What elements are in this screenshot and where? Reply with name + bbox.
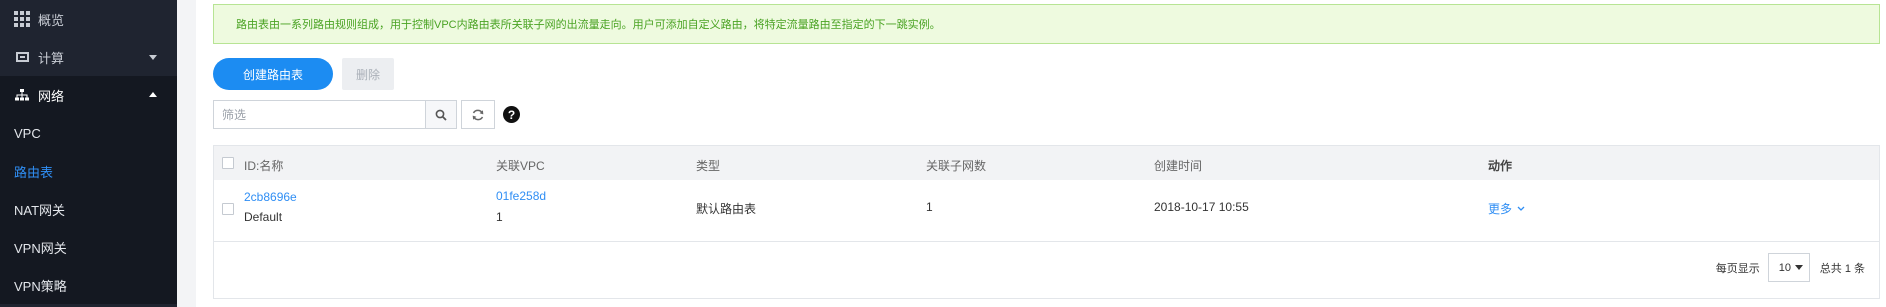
- per-page-label: 每页显示: [1715, 262, 1760, 275]
- network-icon: [14, 87, 30, 103]
- sidebar-item-label: VPN策略: [14, 278, 67, 294]
- sidebar-gutter: [177, 0, 196, 307]
- per-page-value: 10: [1778, 261, 1792, 274]
- sidebar-item-vpn-policy[interactable]: VPN策略: [0, 266, 177, 304]
- select-all-checkbox[interactable]: [222, 157, 234, 169]
- search-icon: [435, 109, 447, 121]
- row-checkbox[interactable]: [222, 203, 234, 215]
- sidebar-item-route-table[interactable]: 路由表: [0, 152, 177, 190]
- table-row: 2cb8696e Default 01fe258d 1 默认路由表 1 2018…: [214, 180, 1879, 242]
- vpc-count: 1: [496, 210, 503, 224]
- total-count: 总共 1 条: [1819, 262, 1865, 275]
- delete-button[interactable]: 删除: [342, 58, 394, 90]
- sidebar-item-label: NAT网关: [14, 202, 66, 218]
- chevron-down-icon: [149, 55, 157, 60]
- header-id-name: ID:名称: [244, 159, 284, 173]
- subnet-count: 1: [926, 200, 933, 214]
- create-route-table-button[interactable]: 创建路由表: [213, 58, 333, 90]
- header-subnets: 关联子网数: [926, 159, 987, 173]
- sidebar-item-label: VPN网关: [14, 240, 67, 256]
- more-actions-dropdown[interactable]: 更多: [1488, 200, 1526, 217]
- sidebar-item-label: VPC: [14, 125, 41, 141]
- nav-network[interactable]: 网络: [0, 76, 177, 114]
- sidebar-item-vpn-gateway[interactable]: VPN网关: [0, 228, 177, 266]
- sidebar-item-label: 路由表: [14, 164, 54, 180]
- refresh-button[interactable]: [461, 100, 495, 129]
- table-header: ID:名称 关联VPC 类型 关联子网数 创建时间 动作: [214, 146, 1879, 180]
- filter-input[interactable]: [213, 100, 425, 129]
- route-table: ID:名称 关联VPC 类型 关联子网数 创建时间 动作 2cb8696e De…: [213, 145, 1880, 299]
- more-actions-label: 更多: [1488, 202, 1513, 216]
- header-type: 类型: [696, 159, 721, 173]
- chevron-up-icon: [149, 92, 157, 97]
- route-table-name: Default: [244, 210, 283, 224]
- route-table-type: 默认路由表: [696, 202, 757, 216]
- monitor-icon: [14, 49, 30, 65]
- notice-text: 路由表由一系列路由规则组成，用于控制VPC内路由表所关联子网的出流量走向。用户可…: [236, 19, 941, 31]
- per-page-select[interactable]: 10: [1767, 253, 1810, 282]
- sidebar-item-nat-gateway[interactable]: NAT网关: [0, 190, 177, 228]
- header-actions: 动作: [1488, 159, 1513, 173]
- help-icon[interactable]: ?: [503, 106, 520, 123]
- info-notice: 路由表由一系列路由规则组成，用于控制VPC内路由表所关联子网的出流量走向。用户可…: [213, 4, 1880, 44]
- nav-network-label: 网络: [38, 88, 65, 104]
- grid-icon: [14, 11, 30, 27]
- search-button[interactable]: [425, 100, 457, 129]
- chevron-down-icon: [1517, 206, 1525, 211]
- nav-compute[interactable]: 计算: [0, 38, 177, 76]
- main-content: 路由表由一系列路由规则组成，用于控制VPC内路由表所关联子网的出流量走向。用户可…: [196, 0, 1886, 307]
- sidebar: 概览 计算 网络 VPC 路由表 NAT网关 VPN网关 VPN策略: [0, 0, 177, 307]
- nav-overview-label: 概览: [38, 12, 65, 28]
- pagination: 每页显示 10 总共 1 条: [1716, 253, 1865, 282]
- caret-down-icon: [1794, 265, 1803, 270]
- nav-overview[interactable]: 概览: [0, 0, 177, 38]
- vpc-id-link[interactable]: 01fe258d: [496, 189, 546, 203]
- created-time: 2018-10-17 10:55: [1154, 200, 1249, 214]
- route-table-id-link[interactable]: 2cb8696e: [244, 190, 297, 204]
- header-created: 创建时间: [1154, 159, 1203, 173]
- nav-compute-label: 计算: [38, 50, 65, 66]
- refresh-icon: [472, 109, 484, 120]
- sidebar-item-vpc[interactable]: VPC: [0, 114, 177, 152]
- header-vpc: 关联VPC: [496, 159, 545, 173]
